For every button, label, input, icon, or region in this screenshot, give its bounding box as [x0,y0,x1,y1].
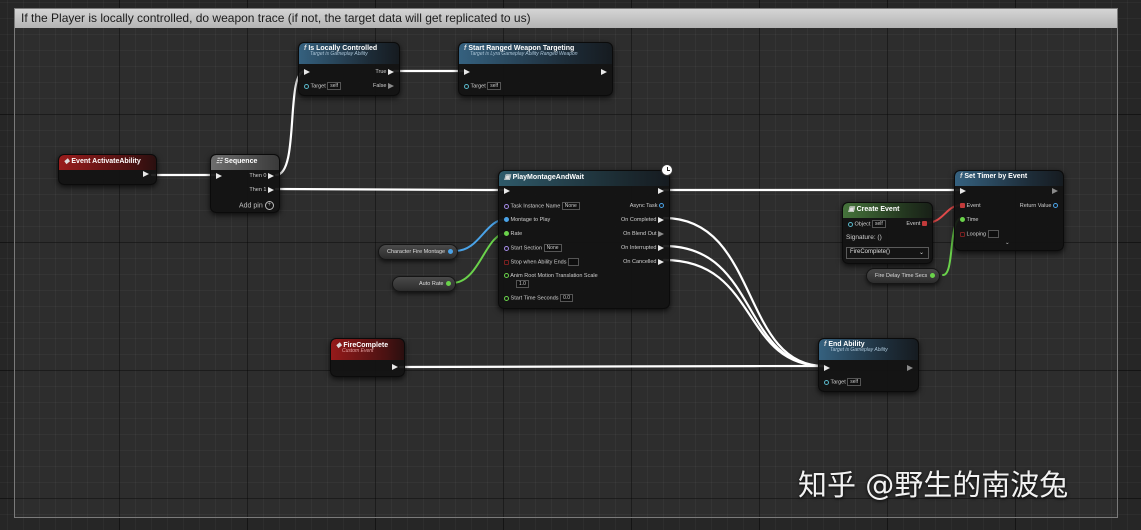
rate-pin[interactable]: Rate [504,230,522,238]
true-pin[interactable]: True [375,68,394,76]
exec-in-pin[interactable] [216,172,222,180]
auto-rate-getter[interactable]: Auto Rate [392,276,457,292]
exec-in-pin[interactable] [960,187,966,195]
anim-root-motion-value-box[interactable]: 1.0 [516,280,529,288]
node-title: Sequence [224,158,258,165]
task-instance-value-box[interactable]: None [561,202,580,210]
time-pin[interactable]: Time [960,216,978,224]
exec-in-pin[interactable] [504,187,510,195]
function-icon: f [824,341,827,348]
exec-in-pin[interactable] [464,68,470,76]
node-subtitle: Target is Gameplay Ability [830,347,888,353]
event-activate-ability-node[interactable]: ◆ Event ActivateAbility [58,154,157,185]
comment-title[interactable]: If the Player is locally controlled, do … [15,9,1117,28]
clock-icon [661,164,673,176]
node-title: Event ActivateAbility [71,158,141,165]
target-value-box[interactable]: self [487,82,502,90]
sequence-icon: ☷ [216,158,223,165]
start-time-seconds-pin[interactable]: Start Time Seconds 0.0 [504,294,574,302]
exec-out-pin[interactable] [392,363,398,371]
start-time-value-box[interactable]: 0.0 [560,294,574,302]
start-ranged-weapon-targeting-node[interactable]: f Start Ranged Weapon Targeting Target is… [458,42,613,96]
character-fire-montage-getter[interactable]: Character Fire Montage [378,244,459,260]
node-title: PlayMontageAndWait [512,174,584,181]
event-diamond-icon: ◆ [336,342,342,349]
false-pin[interactable]: False [373,82,394,90]
exec-in-pin[interactable] [824,364,830,372]
set-timer-by-event-node[interactable]: f Set Timer by Event Event Return Value T… [954,170,1064,251]
plus-icon: + [264,201,274,210]
on-cancelled-pin[interactable]: On Cancelled [623,258,664,266]
anim-root-motion-pin[interactable]: Anim Root Motion Translation Scale [504,272,598,280]
montage-to-play-pin[interactable]: Montage to Play [504,216,550,224]
then0-pin[interactable]: Then 0 [249,172,274,180]
watermark: 知乎 @野生的南波兔 [798,468,1069,502]
exec-out-pin[interactable] [907,364,913,372]
chevron-down-icon: ⌄ [918,250,924,256]
object-pin[interactable]: Object self [848,220,886,228]
chevron-down-icon[interactable]: ⌄ [1005,239,1010,247]
exec-in-pin[interactable] [304,68,310,76]
on-completed-pin[interactable]: On Completed [621,216,664,224]
event-in-pin[interactable]: Event [960,202,981,210]
target-pin[interactable]: Target self [464,82,502,90]
async-task-pin[interactable]: Async Task [630,202,664,210]
function-icon: f [960,173,963,180]
exec-out-pin[interactable] [658,187,664,195]
stop-when-ability-ends-pin[interactable]: Stop when Ability Ends [504,258,580,266]
sequence-node[interactable]: ☷ Sequence Then 0 Then 1 Add pin + [210,154,280,213]
function-icon: f [464,45,467,52]
start-section-pin[interactable]: Start Section None [504,244,562,252]
signature-label: Signature: () [846,234,882,241]
target-pin[interactable]: Target self [304,82,342,90]
is-locally-controlled-node[interactable]: f Is Locally Controlled Target is Gamepla… [298,42,400,96]
on-blend-out-pin[interactable]: On Blend Out [623,230,664,238]
then1-pin[interactable]: Then 1 [249,186,274,194]
return-value-pin[interactable]: Return Value [1020,202,1058,210]
looping-pin[interactable]: Looping [960,230,999,238]
object-value-box[interactable]: self [871,220,886,228]
event-diamond-icon: ◆ [64,158,70,165]
node-subtitle: Target is Lyra Gameplay Ability Ranged W… [470,51,578,57]
node-subtitle: Custom Event [342,348,374,354]
stop-when-ability-ends-checkbox[interactable] [568,258,580,266]
create-event-node[interactable]: ▣ Create Event Object self Event Signatur… [842,202,933,264]
add-pin-button[interactable]: Add pin + [239,201,274,210]
function-icon: f [304,45,307,52]
exec-out-pin[interactable] [143,170,149,178]
task-instance-name-pin[interactable]: Task Instance Name None [504,202,580,210]
looping-checkbox[interactable] [987,230,999,238]
fire-complete-event-node[interactable]: ◆ FireComplete Custom Event [330,338,405,377]
node-title: Set Timer by Event [964,173,1028,180]
target-value-box[interactable]: self [847,378,862,386]
on-interrupted-pin[interactable]: On Interrupted [621,244,664,252]
node-title: Create Event [856,206,900,213]
event-out-pin[interactable]: Event [906,220,927,228]
end-ability-node[interactable]: f End Ability Target is Gameplay Ability … [818,338,919,392]
target-pin[interactable]: Target self [824,378,862,386]
play-montage-and-wait-node[interactable]: ▣ PlayMontageAndWait Task Instance Name N… [498,170,670,309]
exec-out-pin[interactable] [601,68,607,76]
start-section-value-box[interactable]: None [543,244,562,252]
function-dropdown[interactable]: FireComplete() ⌄ [846,247,929,259]
fire-delay-time-secs-getter[interactable]: Fire Delay Time Secs [866,268,941,284]
async-task-icon: ▣ [504,174,511,181]
create-event-icon: ▣ [848,206,855,213]
exec-out-pin[interactable] [1052,187,1058,195]
target-value-box[interactable]: self [327,82,342,90]
node-subtitle: Target is Gameplay Ability [310,51,368,57]
